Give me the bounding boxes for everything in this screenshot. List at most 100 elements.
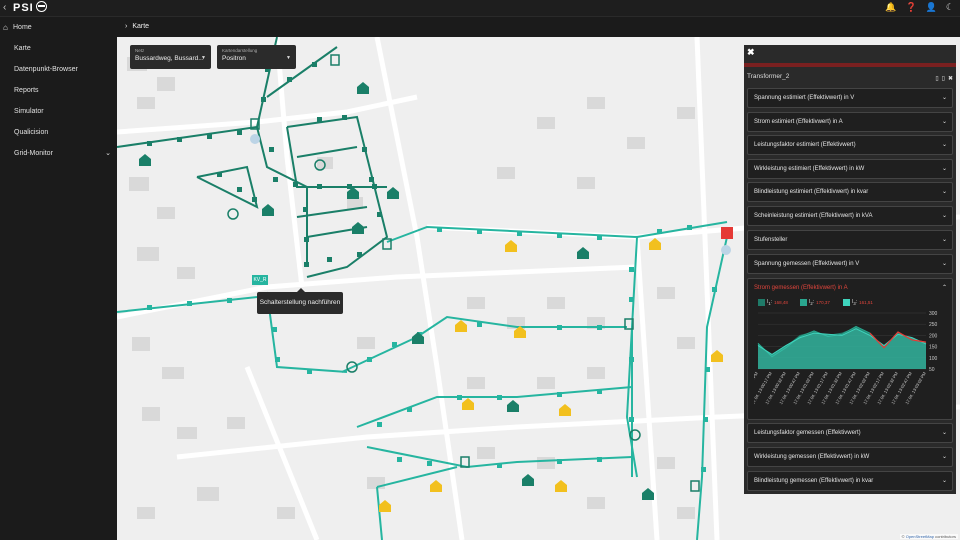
accordion-wirkleistung-gemessen[interactable]: Wirkleistung gemessen (Effektivwert) in … [747,447,953,467]
accordion-spannung-gemessen[interactable]: Spannung gemessen (Effektivwert) in V ⌄ [747,254,953,274]
detail-panel: ✖ Transformer_2 ▯ ▯ ✖ Spannung estimiert… [744,45,956,494]
legend-value: 161,51 [859,300,873,305]
sidebar-item-label: Home [13,24,32,31]
house-icon [387,187,399,199]
node [497,463,502,468]
y-tick-label: 100 [929,356,938,362]
node [147,141,152,146]
node [392,342,397,347]
legend-name: I3: [852,299,858,306]
node [377,212,382,217]
chevron-left-icon[interactable]: ‹ [3,2,6,13]
psi-logo[interactable]: PSI [13,1,47,14]
building [587,367,605,379]
node [317,184,322,189]
netz-value: Bussardweg, Bussard... [135,55,204,62]
node [712,287,717,292]
node [317,117,322,122]
house-icon [430,480,442,492]
kv-label[interactable]: KV_R [252,275,268,285]
node [657,229,662,234]
node [147,305,152,310]
house-icon [507,400,519,412]
sidebar-item-label: Reports [14,87,39,94]
sidebar-item-karte[interactable]: Karte [0,38,117,59]
building-layer [127,52,695,519]
legend-value: 168,48 [774,300,788,305]
chevron-down-icon: ⌄ [941,119,947,125]
accordion-label: Stufensteller [754,237,788,243]
document-icon[interactable]: ▯ [935,75,938,82]
legend-value: 170,37 [816,300,830,305]
sidebar-item-reports[interactable]: Reports [0,80,117,101]
node [437,227,442,232]
accordion-strom-estimiert[interactable]: Strom estimiert (Effektivwert) in A ⌄ [747,112,953,132]
sidebar-item-label: Grid-Monitor [14,150,53,157]
accordion-leistungsfaktor-gemessen[interactable]: Leistungsfaktor gemessen (Effektivwert) ⌄ [747,423,953,443]
cable [296,146,358,158]
moon-icon[interactable]: ☾ [946,2,954,13]
sidebar-item-datenpunkt-browser[interactable]: Datenpunkt-Browser [0,59,117,80]
user-icon[interactable]: 👤 [926,2,937,13]
node [407,407,412,412]
node [372,184,377,189]
current-chart[interactable]: 5010015020025030017.04. 13:00:02 PM17.04… [754,309,950,417]
house-icon [139,154,151,166]
node [252,197,257,202]
kartendarstellung-select[interactable]: Kartendarstellung Positron ▼ [217,45,296,69]
bell-icon[interactable]: 🔔 [885,2,896,13]
breadcrumb-label[interactable]: Karte [132,23,149,30]
building [357,337,375,349]
legend-item-i1[interactable]: I1: 168,48 [758,299,788,306]
node [312,62,317,67]
export-icon[interactable]: ▯ [942,75,945,82]
accordion-scheinleistung-estimiert[interactable]: Scheinleistung estimiert (Effektivwert) … [747,206,953,226]
accordion-label: Wirkleistung estimiert (Effektivwert) in… [754,166,865,172]
node [307,369,312,374]
node [477,322,482,327]
accordion-label: Strom estimiert (Effektivwert) in A [754,119,843,125]
sidebar-item-qualicision[interactable]: Qualicision [0,122,117,143]
switch-tooltip[interactable]: Schalterstellung nachführen [257,288,343,314]
osm-link[interactable]: OpenStreetMap [906,534,934,539]
node [687,225,692,230]
sidebar-item-grid-monitor[interactable]: Grid-Monitor ⌄ [0,143,117,164]
node [377,422,382,427]
accordion-label: Wirkleistung gemessen (Effektivwert) in … [754,454,870,460]
building [137,247,159,261]
node [347,184,352,189]
accordion-spannung-estimiert[interactable]: Spannung estimiert (Effektivwert) in V ⌄ [747,88,953,108]
house-icon [262,204,274,216]
building [497,167,515,179]
accordion-wirkleistung-estimiert[interactable]: Wirkleistung estimiert (Effektivwert) in… [747,159,953,179]
node [237,130,242,135]
house-icon [357,82,369,94]
sidebar-item-simulator[interactable]: Simulator [0,101,117,122]
accordion-label: Blindleistung estimiert (Effektivwert) i… [754,189,869,195]
legend-item-i2[interactable]: I2: 170,37 [800,299,830,306]
accordion-blindleistung-gemessen[interactable]: Blindleistung gemessen (Effektivwert) in… [747,471,953,491]
legend-item-i3[interactable]: I3: 161,51 [843,299,873,306]
accordion-header[interactable]: Strom gemessen (Effektivwert) in A ⌃ [748,279,952,297]
node [367,357,372,362]
building [657,457,675,469]
building [137,507,155,519]
netz-select[interactable]: Netz Bussardweg, Bussard... ▼ [130,45,211,69]
building [157,207,175,219]
legend-swatch [758,299,765,306]
building [177,267,195,279]
node [287,77,292,82]
building [587,97,605,109]
accordion-leistungsfaktor-estimiert[interactable]: Leistungsfaktor estimiert (Effektivwert)… [747,135,953,155]
house-icon [505,240,517,252]
sidebar-item-home[interactable]: ⌂ Home [0,17,117,38]
close-icon[interactable]: ✖ [747,47,755,58]
meter-icon [250,134,260,144]
accordion-blindleistung-estimiert[interactable]: Blindleistung estimiert (Effektivwert) i… [747,182,953,202]
node [217,172,222,177]
help-icon[interactable]: ❓ [905,2,916,13]
accordion-stufensteller[interactable]: Stufensteller ⌄ [747,230,953,250]
close-icon[interactable]: ✖ [948,75,953,82]
chevron-down-icon: ⌄ [941,213,947,219]
node [557,325,562,330]
